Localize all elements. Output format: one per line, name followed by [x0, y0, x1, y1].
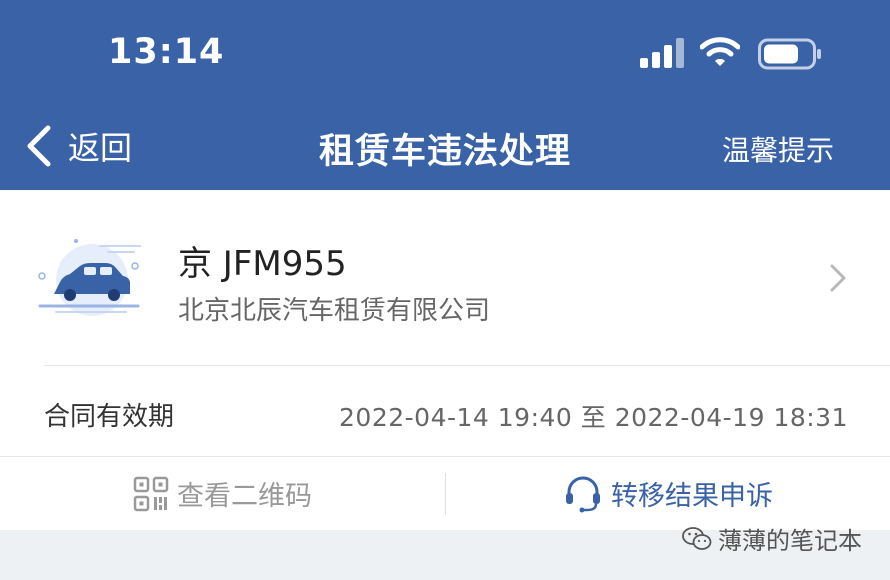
- chevron-right-icon: [830, 264, 846, 292]
- status-bar: 13:14: [0, 0, 890, 105]
- wechat-icon: [682, 526, 712, 550]
- status-time: 13:14: [108, 32, 225, 72]
- battery-icon: [758, 38, 821, 70]
- nav-bar: 返回 租赁车违法处理 温馨提示: [0, 105, 890, 190]
- contract-label: 合同有效期: [44, 402, 175, 432]
- wifi-icon: [700, 37, 740, 66]
- contract-row: 合同有效期 2022-04-14 19:40 至 2022-04-19 18:3…: [0, 366, 890, 456]
- transfer-appeal-button[interactable]: 转移结果申诉: [446, 457, 890, 530]
- rental-company: 北京北辰汽车租赁有限公司: [178, 296, 491, 326]
- vehicle-row[interactable]: 京 JFM955 北京北辰汽车租赁有限公司: [0, 190, 890, 365]
- headset-icon: [566, 476, 600, 512]
- view-qr-label: 查看二维码: [177, 481, 312, 512]
- action-bar: 查看二维码 转移结果申诉: [0, 457, 890, 530]
- view-qr-button[interactable]: 查看二维码: [0, 457, 445, 530]
- car-icon: [38, 239, 141, 316]
- contract-period: 2022-04-14 19:40 至 2022-04-19 18:31: [339, 403, 848, 432]
- tip-button[interactable]: 温馨提示: [722, 129, 834, 169]
- watermark: 薄薄的笔记本: [682, 521, 862, 556]
- signal-bars-icon: [640, 38, 684, 68]
- vehicle-card: 京 JFM955 北京北辰汽车租赁有限公司 合同有效期 2022-04-14 1…: [0, 190, 890, 530]
- plate-number: 京 JFM955: [178, 244, 347, 284]
- qr-code-icon: [133, 476, 169, 511]
- app-header: 13:14 返回 租赁车违法处理 温馨提示: [0, 0, 890, 190]
- transfer-appeal-label: 转移结果申诉: [611, 481, 773, 512]
- watermark-text: 薄薄的笔记本: [718, 527, 862, 555]
